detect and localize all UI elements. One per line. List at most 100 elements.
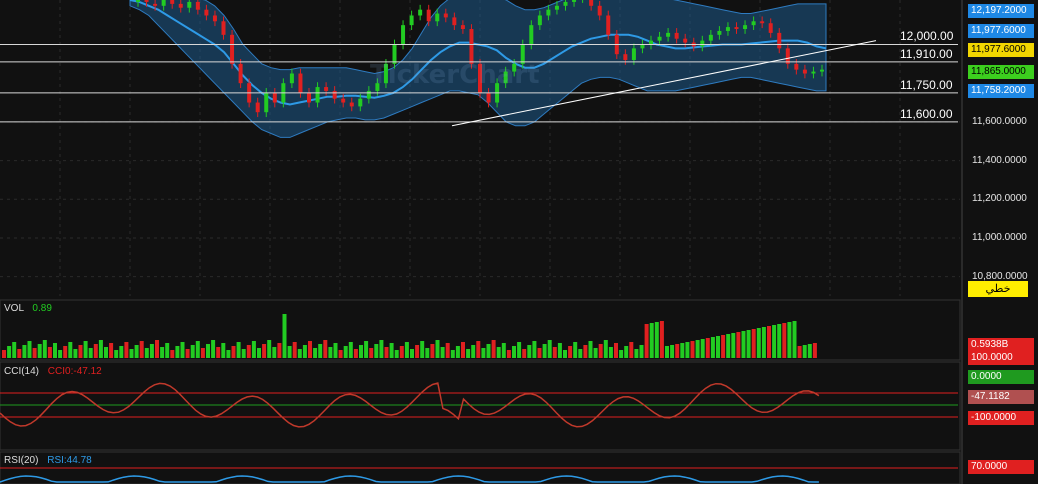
volume-bar xyxy=(160,347,165,358)
volume-bar xyxy=(262,344,267,358)
vol-label: VOL 0.89 xyxy=(4,303,52,314)
volume-bar xyxy=(461,342,465,358)
candle-body xyxy=(725,27,730,31)
candle-body xyxy=(554,5,559,10)
volume-bar xyxy=(93,344,98,358)
volume-bar xyxy=(466,349,471,358)
candle-body xyxy=(777,32,782,49)
volume-bar xyxy=(180,342,185,358)
volume-bar xyxy=(690,341,695,358)
volume-bar xyxy=(705,338,710,358)
volume-bar xyxy=(389,343,394,358)
volume-bar xyxy=(710,337,715,358)
volume-bar xyxy=(761,327,766,358)
volume-bar xyxy=(619,350,624,358)
candle-body xyxy=(161,0,166,6)
candle-body xyxy=(358,98,363,107)
volume-bar xyxy=(741,331,746,358)
volume-bar xyxy=(680,343,685,358)
volume-bar xyxy=(670,345,675,358)
candle-body xyxy=(760,21,765,24)
volume-bar xyxy=(404,342,409,358)
volume-bar xyxy=(7,346,12,358)
volume-bar xyxy=(450,350,455,358)
volume-bar xyxy=(552,347,557,358)
volume-bar xyxy=(139,341,144,358)
volume-bar xyxy=(231,346,236,358)
level-label: 11,600.00 xyxy=(900,106,953,121)
volume-bar xyxy=(32,348,37,358)
price-tag: 12,197.2000 xyxy=(968,4,1034,18)
volume-bar xyxy=(399,346,404,358)
candle-body xyxy=(666,32,671,37)
volume-bar xyxy=(343,346,348,358)
volume-bar xyxy=(491,340,496,358)
volume-bar xyxy=(797,346,802,358)
volume-bar xyxy=(777,324,782,358)
volume-bar xyxy=(542,344,547,358)
candle-body xyxy=(264,92,269,113)
volume-bar xyxy=(155,340,159,358)
volume-bar xyxy=(522,349,527,358)
volume-bar xyxy=(318,344,323,358)
candle-body xyxy=(589,0,594,6)
volume-bar xyxy=(267,340,272,358)
candle-body xyxy=(486,92,491,103)
candle-body xyxy=(272,92,277,103)
volume-bar xyxy=(736,332,741,358)
price-axis-tick: 11,400.0000 xyxy=(972,154,1027,166)
volume-bar xyxy=(88,348,93,358)
candle-body xyxy=(623,54,628,60)
volume-bar xyxy=(639,345,644,358)
candle-body xyxy=(708,34,713,41)
level-label: 11,750.00 xyxy=(900,77,953,92)
volume-bar xyxy=(700,339,705,358)
volume-bar xyxy=(323,340,328,358)
volume-bar xyxy=(226,350,231,358)
volume-bar xyxy=(731,333,736,358)
volume-bar xyxy=(22,345,27,358)
volume-bar xyxy=(195,341,200,358)
volume-bar xyxy=(440,347,445,358)
candle-body xyxy=(460,25,465,30)
volume-bar xyxy=(537,348,542,358)
candle-body xyxy=(187,1,192,8)
candle-body xyxy=(768,23,773,33)
candle-body xyxy=(597,5,602,16)
candle-body xyxy=(178,3,183,8)
volume-bar xyxy=(598,344,603,358)
volume-bar xyxy=(787,322,792,358)
drawing-type-badge[interactable]: خطي xyxy=(968,281,1028,297)
volume-bar xyxy=(649,323,654,358)
volume-tag: 100.0000 xyxy=(968,351,1034,365)
volume-bar xyxy=(241,349,246,358)
volume-bar xyxy=(573,342,578,358)
volume-bar xyxy=(608,347,613,358)
cci-tag: 0.0000 xyxy=(968,370,1034,384)
volume-bar xyxy=(512,346,516,358)
cci-tag: -47.1182 xyxy=(968,390,1034,404)
volume-bar xyxy=(63,346,68,358)
volume-bar xyxy=(211,340,216,358)
volume-bar xyxy=(695,340,700,358)
volume-bar xyxy=(517,342,522,358)
volume-bar xyxy=(98,340,103,358)
volume-bar xyxy=(767,326,771,358)
volume-bar xyxy=(659,321,664,358)
volume-bar xyxy=(593,348,598,358)
volume-bar xyxy=(73,349,78,358)
volume-bar xyxy=(129,349,134,358)
volume-bar xyxy=(287,346,292,358)
volume-bar xyxy=(272,347,277,358)
volume-bar xyxy=(170,350,175,358)
volume-bar xyxy=(547,340,552,358)
candle-body xyxy=(366,90,371,99)
volume-bar xyxy=(308,341,312,358)
candle-body xyxy=(700,40,705,47)
level-label: 11,910.00 xyxy=(900,46,953,61)
candle-body xyxy=(631,48,636,60)
volume-bar xyxy=(292,342,297,358)
candle-body xyxy=(426,9,431,22)
volume-bar xyxy=(782,323,787,358)
volume-bar xyxy=(2,350,6,358)
